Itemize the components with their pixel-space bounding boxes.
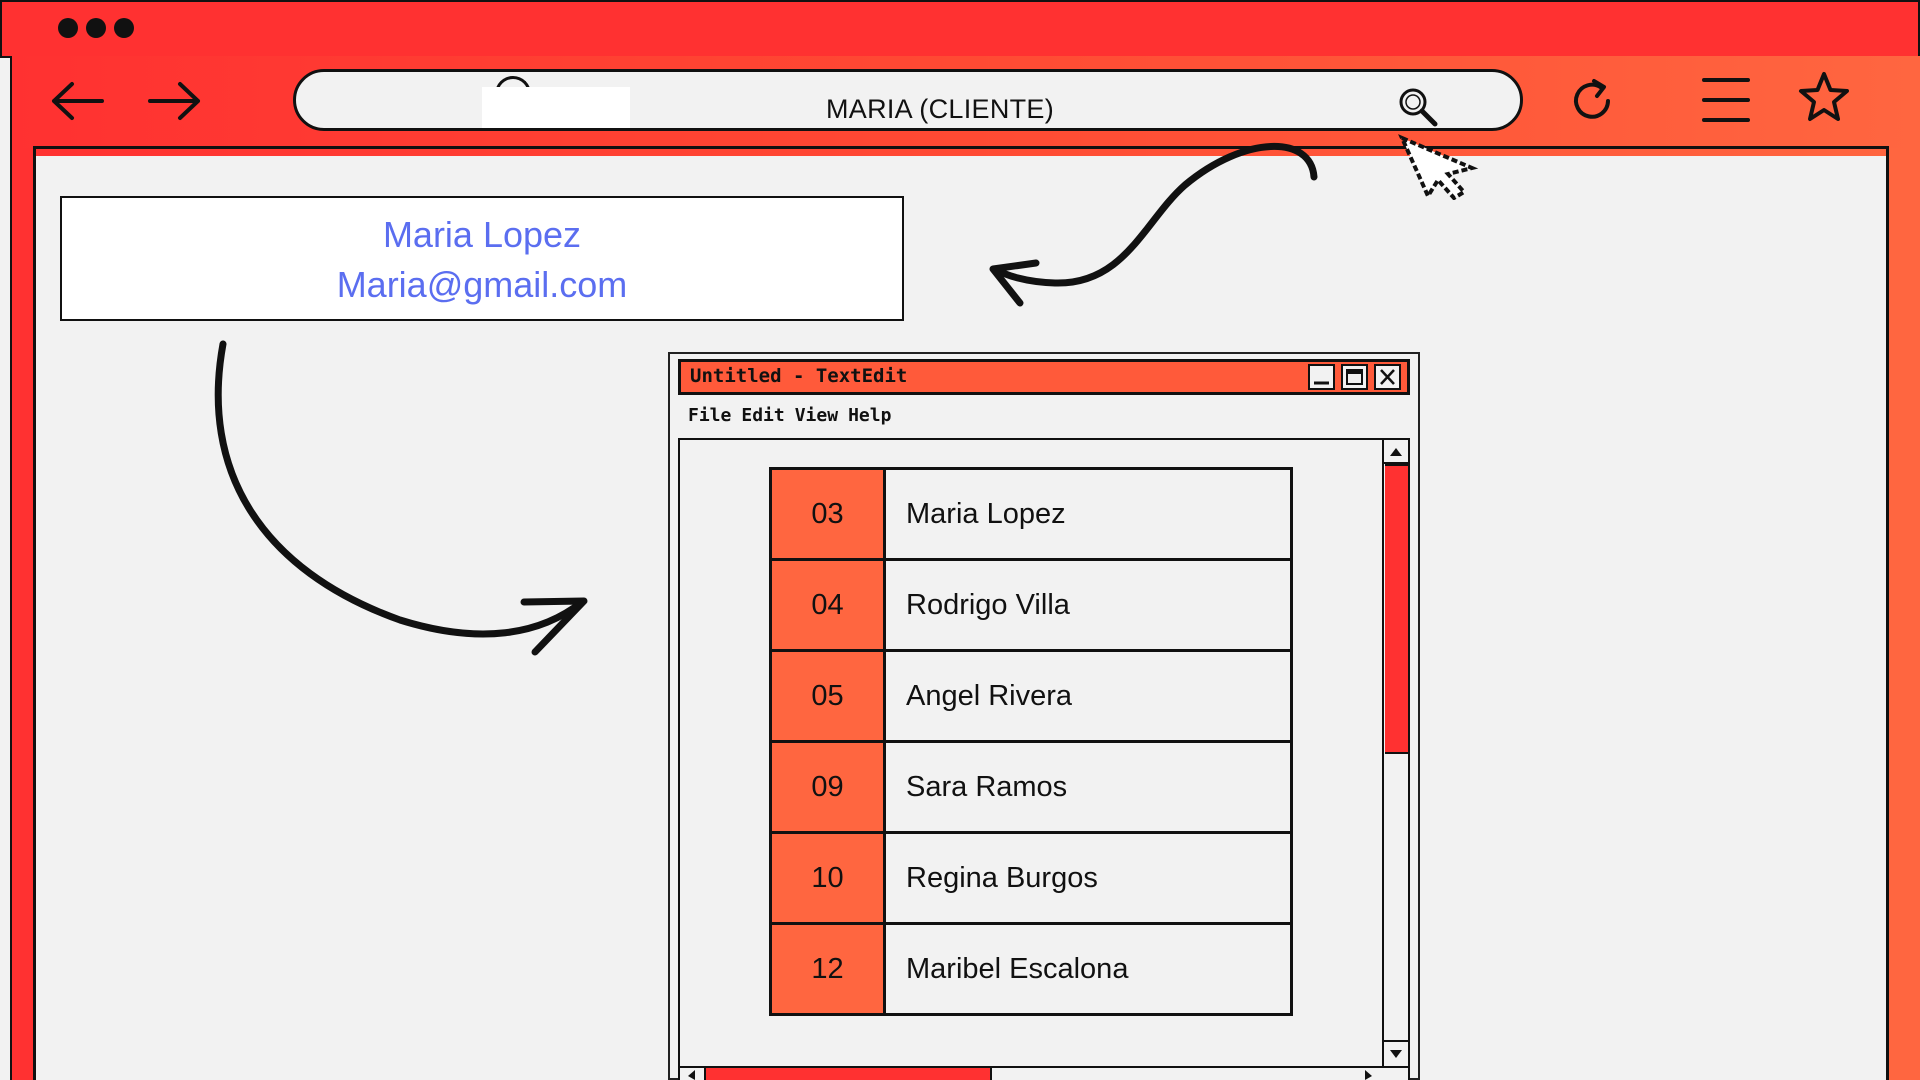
triangle-right-icon[interactable] xyxy=(1360,1068,1378,1080)
scroll-down-button[interactable] xyxy=(1384,1040,1408,1066)
client-row-name: Regina Burgos xyxy=(883,831,1293,925)
curved-arrow-icon xyxy=(989,143,1318,307)
client-row-name: Maria Lopez xyxy=(883,467,1293,561)
client-row-name: Sara Ramos xyxy=(883,740,1293,834)
window-dot-icon[interactable] xyxy=(58,18,78,38)
client-row-name: Angel Rivera xyxy=(883,649,1293,743)
search-icon[interactable] xyxy=(1397,86,1439,128)
triangle-up-icon xyxy=(1390,448,1402,456)
maximize-icon xyxy=(1346,369,1363,385)
client-name: Maria Lopez xyxy=(382,214,582,255)
close-button[interactable] xyxy=(1374,364,1401,390)
menu-file[interactable]: File xyxy=(688,405,731,426)
curved-arrow-icon xyxy=(214,340,588,656)
menu-view[interactable]: View xyxy=(795,405,838,426)
scroll-up-button[interactable] xyxy=(1384,440,1408,464)
table-row[interactable]: 10 Regina Burgos xyxy=(769,831,1293,925)
vertical-scroll-thumb[interactable] xyxy=(1385,464,1408,754)
browser-title-bar xyxy=(0,0,1920,58)
browser-frame-right xyxy=(1886,148,1920,1080)
address-bar-text[interactable]: MARIA (CLIENTE) xyxy=(730,94,1150,125)
maximize-button[interactable] xyxy=(1341,364,1368,390)
client-id: 09 xyxy=(769,740,886,834)
window-dot-icon[interactable] xyxy=(86,18,106,38)
table-row[interactable]: 04 Rodrigo Villa xyxy=(769,558,1293,652)
forward-arrow-icon[interactable] xyxy=(146,80,204,122)
address-bar-mask xyxy=(482,87,630,128)
content-divider xyxy=(33,146,1889,149)
table-row[interactable]: 09 Sara Ramos xyxy=(769,740,1293,834)
client-row-name: Maribel Escalona xyxy=(883,922,1293,1016)
client-id: 04 xyxy=(769,558,886,652)
menu-help[interactable]: Help xyxy=(848,405,891,426)
menu-edit[interactable]: Edit xyxy=(741,405,784,426)
client-table: 03 Maria Lopez 04 Rodrigo Villa 05 Angel… xyxy=(769,467,1293,1016)
minimize-icon xyxy=(1314,381,1329,385)
client-id: 12 xyxy=(769,922,886,1016)
cursor-icon xyxy=(1398,134,1479,200)
star-icon[interactable] xyxy=(1796,70,1852,126)
client-row-name: Rodrigo Villa xyxy=(883,558,1293,652)
client-id: 10 xyxy=(769,831,886,925)
table-row[interactable]: 12 Maribel Escalona xyxy=(769,922,1293,1016)
client-email[interactable]: Maria@gmail.com xyxy=(62,260,902,310)
minimize-button[interactable] xyxy=(1308,364,1335,390)
browser-frame-left xyxy=(10,148,36,1080)
horizontal-scroll-thumb[interactable] xyxy=(704,1068,992,1080)
close-icon xyxy=(1380,369,1395,385)
table-row[interactable]: 03 Maria Lopez xyxy=(769,467,1293,561)
textedit-title: Untitled - TextEdit xyxy=(690,365,908,387)
textedit-menu-bar: File Edit View Help xyxy=(688,405,901,426)
triangle-down-icon xyxy=(1390,1050,1402,1058)
table-row[interactable]: 05 Angel Rivera xyxy=(769,649,1293,743)
menu-icon[interactable] xyxy=(1702,76,1750,124)
window-dot-icon[interactable] xyxy=(114,18,134,38)
client-card: Maria Lopez Maria@gmail.com xyxy=(60,196,904,321)
back-arrow-icon[interactable] xyxy=(48,80,106,122)
client-id: 05 xyxy=(769,649,886,743)
triangle-left-icon[interactable] xyxy=(683,1068,701,1080)
reload-icon[interactable] xyxy=(1568,76,1618,126)
client-id: 03 xyxy=(769,467,886,561)
